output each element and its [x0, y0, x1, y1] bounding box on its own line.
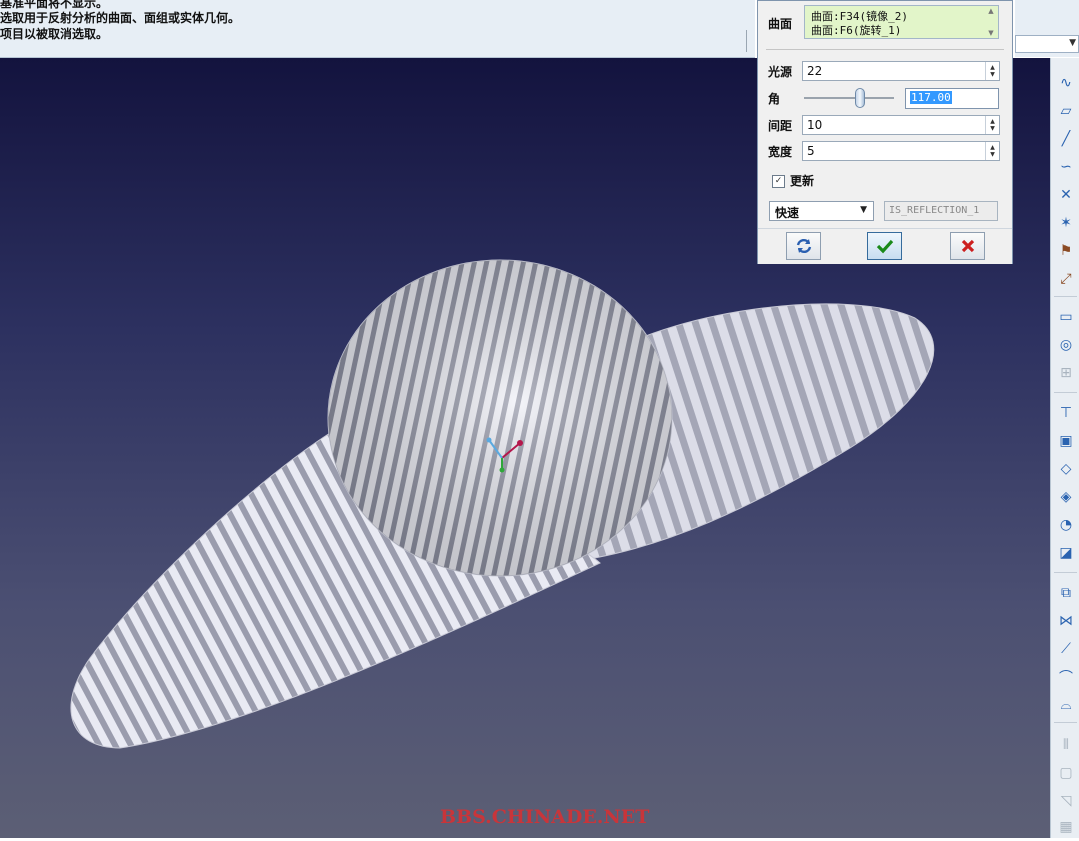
close-icon	[961, 239, 974, 253]
quality-dropdown[interactable]: 快速 ▼	[769, 201, 874, 221]
spacing-value: 10	[807, 118, 823, 132]
message-line: 项目以被取消选取。	[0, 27, 109, 41]
sweep-icon[interactable]: ⊞	[1055, 362, 1077, 384]
draft-icon[interactable]: ◈	[1055, 486, 1077, 508]
light-source-value: 22	[807, 64, 823, 78]
dialog-button-bar	[758, 228, 1012, 264]
right-toolbar: ∿ ▱ ╱ ∽ ✕ ✶ ⚑ ⤢ ▭ ◎ ⊞ ⊤ ▣ ◇ ◈ ◔ ◪ ⧉ ⋈ ⟋ …	[1050, 58, 1079, 838]
chevron-down-icon: ▼	[860, 205, 867, 215]
thicken-disabled-icon: ◹	[1060, 793, 1072, 809]
angle-slider-thumb[interactable]	[854, 88, 865, 108]
refresh-button[interactable]	[786, 232, 821, 260]
message-area: 基准平面将不显示。 选取用于反射分析的曲面、面组或实体几何。 项目以被取消选取。	[0, 0, 755, 58]
offset-disabled-icon: ▢	[1059, 765, 1073, 781]
sketch-curve-icon[interactable]: ∿	[1055, 72, 1077, 94]
datum-axis-icon[interactable]: ╱	[1055, 128, 1077, 150]
solidify-disabled-icon: ▦	[1059, 819, 1073, 835]
width-value: 5	[807, 144, 815, 158]
datum-point-icon[interactable]: ✕	[1055, 184, 1077, 206]
watermark-text: BBS.CHINADE.NET	[440, 806, 650, 828]
angle-label: 角	[768, 92, 781, 106]
message-line: 选取用于反射分析的曲面、面组或实体几何。	[0, 11, 241, 25]
boundary-blend-icon[interactable]: ⌓	[1055, 694, 1077, 716]
revolve-icon[interactable]: ◎	[1055, 334, 1077, 356]
round-icon[interactable]: ◔	[1055, 514, 1077, 536]
spinner-arrows-icon[interactable]: ▲ ▼	[985, 62, 999, 80]
trim-icon[interactable]: ⌒	[1055, 666, 1077, 688]
analysis-name-field[interactable]: IS_REFLECTION_1	[884, 201, 998, 221]
shell-icon[interactable]: ▣	[1055, 430, 1077, 452]
list-item[interactable]: 曲面:F6(旋转_1)	[811, 22, 901, 38]
chamfer-icon[interactable]: ◪	[1055, 542, 1077, 564]
rib-icon[interactable]: ◇	[1055, 458, 1077, 480]
light-source-spinner[interactable]: 22 ▲ ▼	[802, 61, 1000, 81]
analysis-feature-icon[interactable]: ⤢	[1055, 268, 1077, 290]
check-icon	[876, 239, 893, 254]
refresh-icon	[796, 238, 811, 254]
datum-plane-icon[interactable]: ▱	[1055, 100, 1077, 122]
extrude-icon[interactable]: ▭	[1055, 306, 1077, 328]
list-scrollbar[interactable]: ▲ ▼	[985, 7, 997, 37]
surface-label: 曲面	[768, 17, 793, 31]
spacing-spinner[interactable]: 10 ▲ ▼	[802, 115, 1000, 135]
datum-curve-icon[interactable]: ∽	[1055, 156, 1077, 178]
spacing-label: 间距	[768, 119, 793, 133]
pattern-icon[interactable]: ⧉	[1055, 582, 1077, 604]
reflection-analysis-dialog: 曲面 曲面:F34(镜像_2) 曲面:F6(旋转_1) ▲ ▼ 光源 22 ▲ ▼ …	[757, 0, 1013, 264]
width-label: 宽度	[768, 145, 793, 159]
width-spinner[interactable]: 5 ▲ ▼	[802, 141, 1000, 161]
cancel-button[interactable]	[950, 232, 985, 260]
message-scrollbar[interactable]	[746, 30, 747, 52]
coordinate-system-icon[interactable]: ⚑	[1055, 240, 1077, 262]
merge-icon[interactable]: ⟋	[1055, 638, 1077, 660]
spinner-arrows-icon[interactable]: ▲ ▼	[985, 142, 999, 160]
angle-input[interactable]: 117.00	[905, 88, 999, 109]
surface-collector[interactable]: 曲面:F34(镜像_2) 曲面:F6(旋转_1) ▲ ▼	[804, 5, 999, 39]
light-source-label: 光源	[768, 65, 793, 79]
mirror-disabled-icon: ⫴	[1063, 737, 1069, 753]
ok-button[interactable]	[867, 232, 902, 260]
chevron-down-icon: ▼	[1069, 38, 1076, 48]
analysis-name-value: IS_REFLECTION_1	[889, 205, 980, 216]
spinner-arrows-icon[interactable]: ▲ ▼	[985, 116, 999, 134]
angle-slider-track[interactable]	[804, 97, 894, 99]
quality-value: 快速	[775, 206, 800, 220]
hole-icon[interactable]: ⊤	[1055, 402, 1077, 424]
datum-point-offset-icon[interactable]: ✶	[1055, 212, 1077, 234]
angle-value: 117.00	[910, 91, 952, 104]
mirror-icon[interactable]: ⋈	[1055, 610, 1077, 632]
update-label: 更新	[790, 174, 815, 188]
update-checkbox[interactable]: ✓	[772, 175, 785, 188]
selection-filter-dropdown[interactable]: ▼	[1015, 35, 1079, 53]
